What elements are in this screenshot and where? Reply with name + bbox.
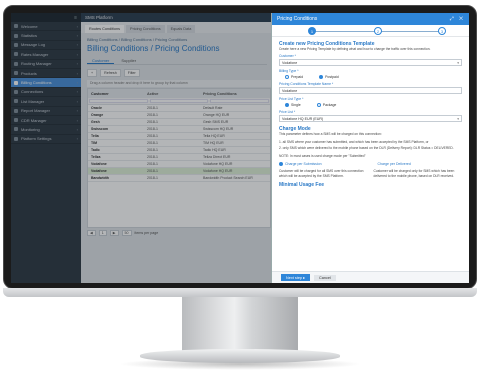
template-name-label: Pricing Conditions Template Name * xyxy=(279,82,334,87)
radio-label: Prepaid xyxy=(291,75,304,80)
charge-mode-description: This parameter defines how a SMS will be… xyxy=(279,132,382,137)
radio-prepaid[interactable]: Prepaid xyxy=(285,75,304,80)
panel-footer: Next step ▸ Cancel xyxy=(272,271,469,283)
customer-value: Vodafone xyxy=(282,60,298,65)
next-step-button[interactable]: Next step ▸ xyxy=(281,274,310,281)
radio-label: Package xyxy=(322,103,337,108)
charge-per-delivered-card[interactable]: Charge per Delivered Customer will be ch… xyxy=(374,162,463,178)
radio-icon xyxy=(279,162,283,167)
radio-label: Postpaid xyxy=(325,75,339,80)
cancel-button[interactable]: Cancel xyxy=(314,274,336,281)
radio-icon xyxy=(316,103,321,108)
wizard-step-3[interactable]: 3 xyxy=(438,27,446,35)
monitor-chin xyxy=(3,288,477,297)
modal-overlay[interactable] xyxy=(11,13,271,283)
price-list-type-radios: Single Package xyxy=(279,103,462,108)
price-list-select[interactable]: Vodafone HQ EUR (EUR) ▾ xyxy=(279,115,462,123)
monitor: ≡ Welcome › Statistics › Message Log › Rates M… xyxy=(0,0,480,376)
monitor-foot xyxy=(140,349,340,363)
template-name-value: Vodafone xyxy=(282,88,298,93)
radio-label: Single xyxy=(291,103,301,108)
customer-label: Customer * xyxy=(279,54,296,59)
charge-per-submission-card[interactable]: Charge per Submission Customer will be c… xyxy=(279,162,368,178)
panel-controls[interactable]: ⤢ ✕ xyxy=(450,16,465,22)
charge-per-submission-desc: Customer will be charged for all SMS ove… xyxy=(279,169,364,178)
wizard-step-2[interactable]: 2 xyxy=(374,27,382,35)
chevron-down-icon: ▾ xyxy=(457,60,459,65)
customer-select[interactable]: Vodafone ▾ xyxy=(279,59,462,67)
pricing-conditions-panel: Pricing Conditions ⤢ ✕ 1 2 3 Create new … xyxy=(271,13,469,283)
minimal-usage-fee-title: Minimal Usage Fee xyxy=(279,182,325,189)
radio-postpaid[interactable]: Postpaid xyxy=(319,75,339,80)
template-name-input[interactable]: Vodafone xyxy=(279,87,462,95)
wizard-steps: 1 2 3 xyxy=(272,25,469,37)
price-list-label: Price List * xyxy=(279,110,296,115)
radio-package[interactable]: Package xyxy=(316,103,337,108)
section-description: Create here a new Pricing Template by de… xyxy=(279,47,431,51)
radio-icon xyxy=(285,75,289,80)
price-list-value: Vodafone HQ EUR (EUR) xyxy=(282,116,324,121)
billing-type-radios: Prepaid Postpaid xyxy=(279,75,462,80)
charge-mode-options: Charge per Submission Customer will be c… xyxy=(279,162,462,178)
charge-per-submission-label: Charge per Submission xyxy=(285,162,322,167)
charge-mode-option-1: 1. all SMS where your customer has submi… xyxy=(279,139,429,144)
radio-single[interactable]: Single xyxy=(285,103,301,108)
radio-icon xyxy=(285,103,289,108)
charge-mode-note: NOTE: In most cases is used charge mode … xyxy=(279,153,366,158)
price-list-type-label: Price List Type * xyxy=(279,97,304,102)
screen: ≡ Welcome › Statistics › Message Log › Rates M… xyxy=(11,13,469,283)
charge-per-delivered-label: Charge per Delivered xyxy=(377,162,411,167)
chevron-down-icon: ▾ xyxy=(457,116,459,121)
charge-mode-option-2: 2. only SMS which were delivered to the … xyxy=(279,146,454,151)
monitor-stand xyxy=(182,297,298,352)
wizard-step-1[interactable]: 1 xyxy=(308,27,316,35)
panel-title: Pricing Conditions xyxy=(277,16,318,22)
billing-type-label: Billing Type * xyxy=(279,69,299,74)
panel-header: Pricing Conditions ⤢ ✕ xyxy=(272,13,469,25)
radio-icon xyxy=(319,75,324,80)
charge-per-delivered-desc: Customer will be charged only for SMS wh… xyxy=(373,169,455,178)
panel-body: Create new Pricing Conditions Template C… xyxy=(272,37,469,191)
